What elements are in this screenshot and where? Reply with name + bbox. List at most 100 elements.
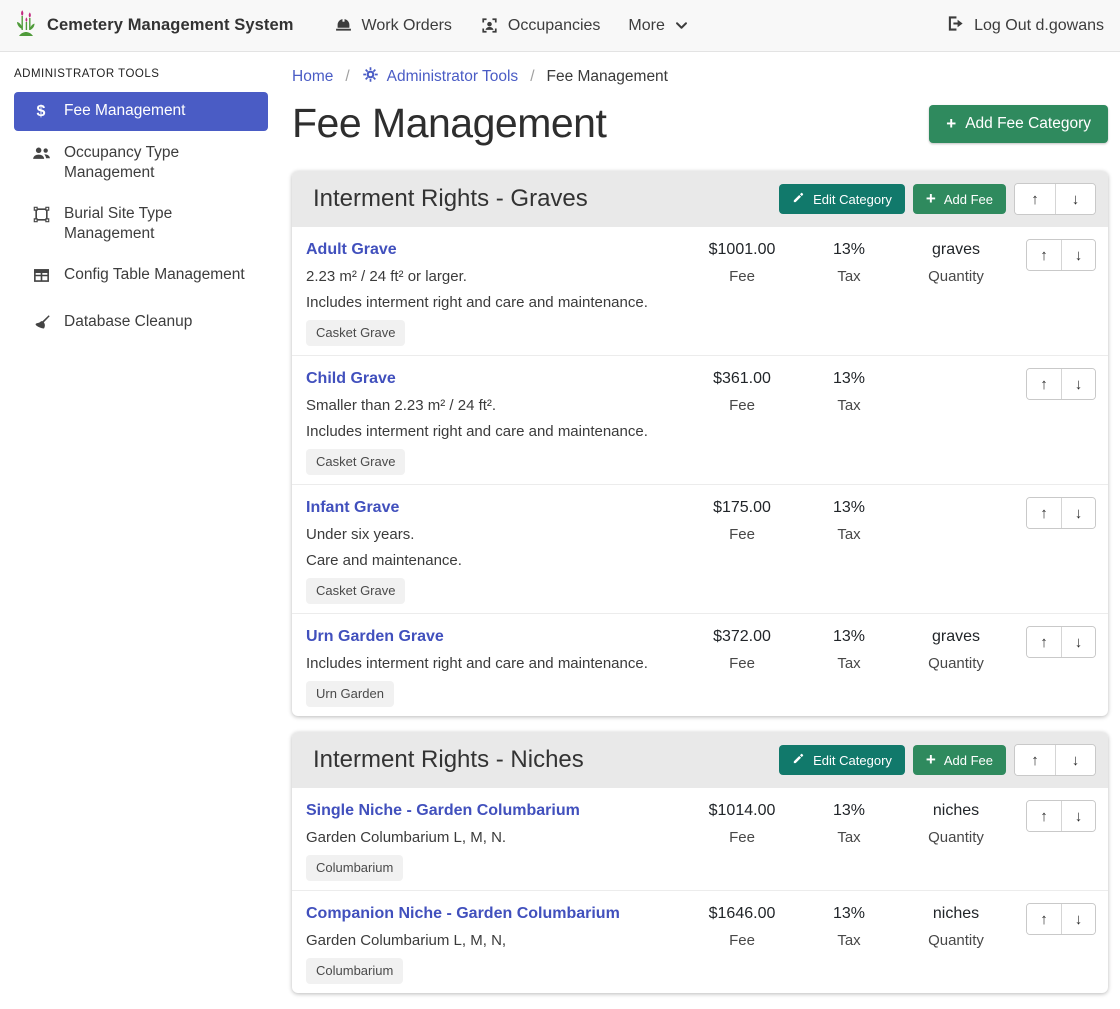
fee-amount: $1014.00 (686, 800, 798, 822)
fee-row: Child Grave Smaller than 2.23 m² / 24 ft… (292, 355, 1108, 484)
fee-description: Includes interment right and care and ma… (306, 653, 680, 674)
move-fee-down-button[interactable]: ↓ (1061, 627, 1095, 657)
tax-percent: 13% (798, 368, 900, 390)
fee-reorder-group: ↑ ↓ (1026, 368, 1096, 400)
add-fee-category-button[interactable]: + Add Fee Category (929, 105, 1108, 143)
tax-percent: 13% (798, 497, 900, 519)
edit-category-button[interactable]: Edit Category (779, 745, 905, 775)
fee-description: Includes interment right and care and ma… (306, 292, 680, 313)
tax-percent: 13% (798, 626, 900, 648)
move-fee-up-button[interactable]: ↑ (1027, 369, 1061, 399)
category-title: Interment Rights - Graves (313, 185, 588, 213)
chevron-down-icon (674, 18, 689, 33)
arrow-down-icon: ↓ (1072, 191, 1080, 208)
hard-hat-icon (334, 16, 353, 35)
fee-tag-badge: Casket Grave (306, 449, 405, 475)
arrow-down-icon: ↓ (1075, 505, 1083, 522)
sidebar-item-config-table-management[interactable]: Config Table Management (14, 256, 268, 300)
fee-description: Garden Columbarium L, M, N, (306, 930, 680, 951)
sidebar-item-fee-management[interactable]: $ Fee Management (14, 92, 268, 131)
fee-label: Fee (686, 267, 798, 287)
app-title: Cemetery Management System (47, 16, 294, 35)
breadcrumb-separator: / (530, 68, 534, 86)
move-fee-down-button[interactable]: ↓ (1061, 801, 1095, 831)
move-fee-down-button[interactable]: ↓ (1061, 240, 1095, 270)
page-title: Fee Management (292, 100, 606, 147)
fee-rows: Single Niche - Garden Columbarium Garden… (292, 788, 1108, 993)
move-fee-up-button[interactable]: ↑ (1027, 498, 1061, 528)
tax-label: Tax (798, 931, 900, 951)
fee-category-card: Interment Rights - Niches Edit Category … (292, 732, 1108, 993)
category-header: Interment Rights - Graves Edit Category … (292, 171, 1108, 227)
category-title: Interment Rights - Niches (313, 746, 584, 774)
tax-percent: 13% (798, 903, 900, 925)
occupancy-portrait-icon (480, 16, 499, 35)
nav-item-more[interactable]: More (614, 9, 702, 43)
fee-label: Fee (686, 654, 798, 674)
breadcrumb-home-link[interactable]: Home (292, 68, 333, 86)
add-fee-button[interactable]: + Add Fee (913, 745, 1006, 775)
breadcrumb-admin-tools-link[interactable]: Administrator Tools (362, 66, 519, 88)
arrow-up-icon: ↑ (1040, 911, 1048, 928)
fee-name-link[interactable]: Infant Grave (306, 497, 399, 519)
plus-icon: + (926, 192, 936, 206)
breadcrumb: Home / Administrator Tools / Fee Managem… (292, 66, 1108, 88)
move-category-up-button[interactable]: ↑ (1015, 745, 1055, 775)
move-fee-down-button[interactable]: ↓ (1061, 904, 1095, 934)
plus-icon: + (926, 753, 936, 767)
add-fee-button[interactable]: + Add Fee (913, 184, 1006, 214)
arrow-up-icon: ↑ (1031, 752, 1039, 769)
edit-category-button[interactable]: Edit Category (779, 184, 905, 214)
fee-row: Urn Garden Grave Includes interment righ… (292, 613, 1108, 716)
quantity-unit: niches (900, 800, 1012, 822)
fee-name-link[interactable]: Urn Garden Grave (306, 626, 444, 648)
fee-rows: Adult Grave 2.23 m² / 24 ft² or larger.I… (292, 227, 1108, 716)
fee-amount: $1646.00 (686, 903, 798, 925)
move-fee-up-button[interactable]: ↑ (1027, 801, 1061, 831)
fee-amount: $361.00 (686, 368, 798, 390)
move-fee-up-button[interactable]: ↑ (1027, 627, 1061, 657)
main-nav: Work Orders Occupancies More (320, 8, 703, 43)
fee-label: Fee (686, 396, 798, 416)
move-fee-down-button[interactable]: ↓ (1061, 369, 1095, 399)
fee-category-card: Interment Rights - Graves Edit Category … (292, 171, 1108, 716)
quantity-unit: graves (900, 239, 1012, 261)
table-icon (31, 266, 51, 291)
fee-reorder-group: ↑ ↓ (1026, 626, 1096, 658)
move-fee-up-button[interactable]: ↑ (1027, 240, 1061, 270)
fee-name-link[interactable]: Single Niche - Garden Columbarium (306, 800, 580, 822)
fee-description: Garden Columbarium L, M, N. (306, 827, 680, 848)
broom-icon (31, 313, 51, 338)
arrow-down-icon: ↓ (1075, 634, 1083, 651)
nav-item-work-orders[interactable]: Work Orders (320, 8, 466, 43)
move-category-up-button[interactable]: ↑ (1015, 184, 1055, 214)
move-fee-up-button[interactable]: ↑ (1027, 904, 1061, 934)
fee-tag-badge: Columbarium (306, 958, 403, 984)
arrow-up-icon: ↑ (1040, 247, 1048, 264)
fee-name-link[interactable]: Companion Niche - Garden Columbarium (306, 903, 620, 925)
fee-amount: $175.00 (686, 497, 798, 519)
sidebar-item-occupancy-type-management[interactable]: Occupancy Type Management (14, 134, 268, 192)
fee-amount: $372.00 (686, 626, 798, 648)
sidebar-nav: $ Fee Management Occupancy Type Manageme… (14, 92, 268, 347)
app-brand[interactable]: Cemetery Management System (14, 9, 294, 42)
fee-row: Single Niche - Garden Columbarium Garden… (292, 788, 1108, 890)
fee-tag-badge: Urn Garden (306, 681, 394, 707)
tax-percent: 13% (798, 239, 900, 261)
move-category-down-button[interactable]: ↓ (1055, 745, 1095, 775)
fee-label: Fee (686, 828, 798, 848)
nav-item-occupancies[interactable]: Occupancies (466, 8, 615, 43)
sidebar-heading: ADMINISTRATOR TOOLS (14, 68, 268, 80)
fee-name-link[interactable]: Child Grave (306, 368, 396, 390)
sidebar-item-database-cleanup[interactable]: Database Cleanup (14, 303, 268, 347)
quantity-unit: graves (900, 626, 1012, 648)
fee-name-link[interactable]: Adult Grave (306, 239, 397, 261)
move-category-down-button[interactable]: ↓ (1055, 184, 1095, 214)
move-fee-down-button[interactable]: ↓ (1061, 498, 1095, 528)
breadcrumb-current: Fee Management (547, 68, 669, 86)
logout-button[interactable]: Log Out d.gowans (946, 6, 1104, 46)
admin-sidebar: ADMINISTRATOR TOOLS $ Fee Management Occ… (0, 52, 280, 350)
users-icon (31, 144, 51, 169)
main-content: Home / Administrator Tools / Fee Managem… (280, 52, 1120, 1009)
sidebar-item-burial-site-type-management[interactable]: Burial Site Type Management (14, 195, 268, 253)
